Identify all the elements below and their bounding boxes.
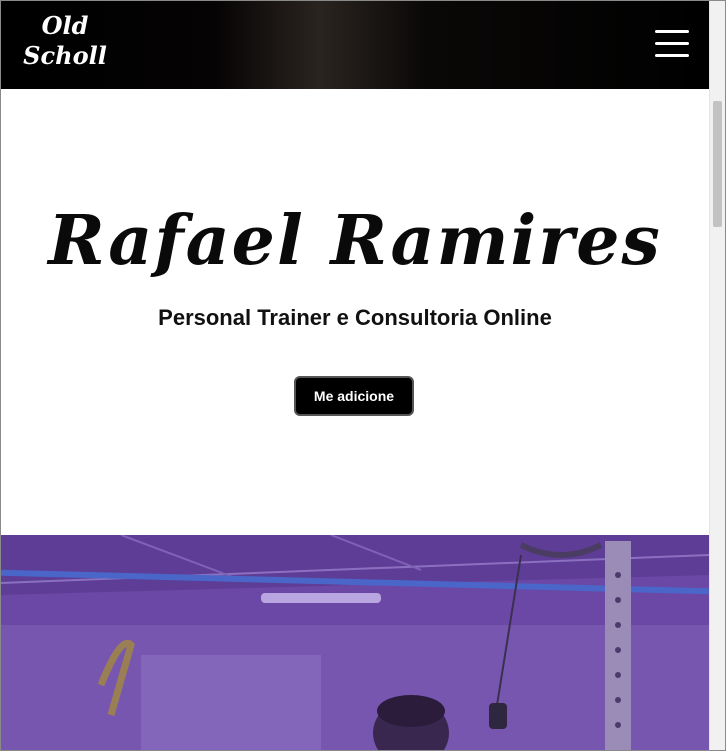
gym-photo — [1, 535, 709, 750]
hero-section: Rafael Ramires Personal Trainer e Consul… — [1, 89, 709, 535]
logo-text-line1: Old — [41, 11, 89, 40]
ceiling-light — [261, 593, 381, 603]
site-logo[interactable]: Old Scholl — [23, 11, 107, 71]
site-header: Old Scholl — [1, 1, 709, 89]
menu-bar-bottom — [655, 54, 689, 57]
hero-subtitle: Personal Trainer e Consultoria Online — [158, 305, 552, 330]
add-me-button[interactable]: Me adicione — [294, 376, 414, 416]
vertical-scrollbar[interactable] — [709, 1, 725, 750]
menu-bar-top — [655, 30, 689, 33]
hero-name: Rafael Ramires — [48, 201, 662, 281]
scrollbar-thumb[interactable] — [713, 101, 722, 227]
wall-panel — [141, 655, 321, 750]
logo-text-line2: Scholl — [23, 41, 107, 70]
browser-frame: Old Scholl Rafael Ramires Personal Train… — [0, 0, 726, 751]
hamburger-menu-icon[interactable] — [655, 29, 689, 59]
page-viewport: Old Scholl Rafael Ramires Personal Train… — [1, 1, 709, 750]
cable-handle — [489, 703, 507, 729]
gym-photo-illustration — [1, 535, 709, 750]
menu-bar-middle — [655, 42, 689, 45]
